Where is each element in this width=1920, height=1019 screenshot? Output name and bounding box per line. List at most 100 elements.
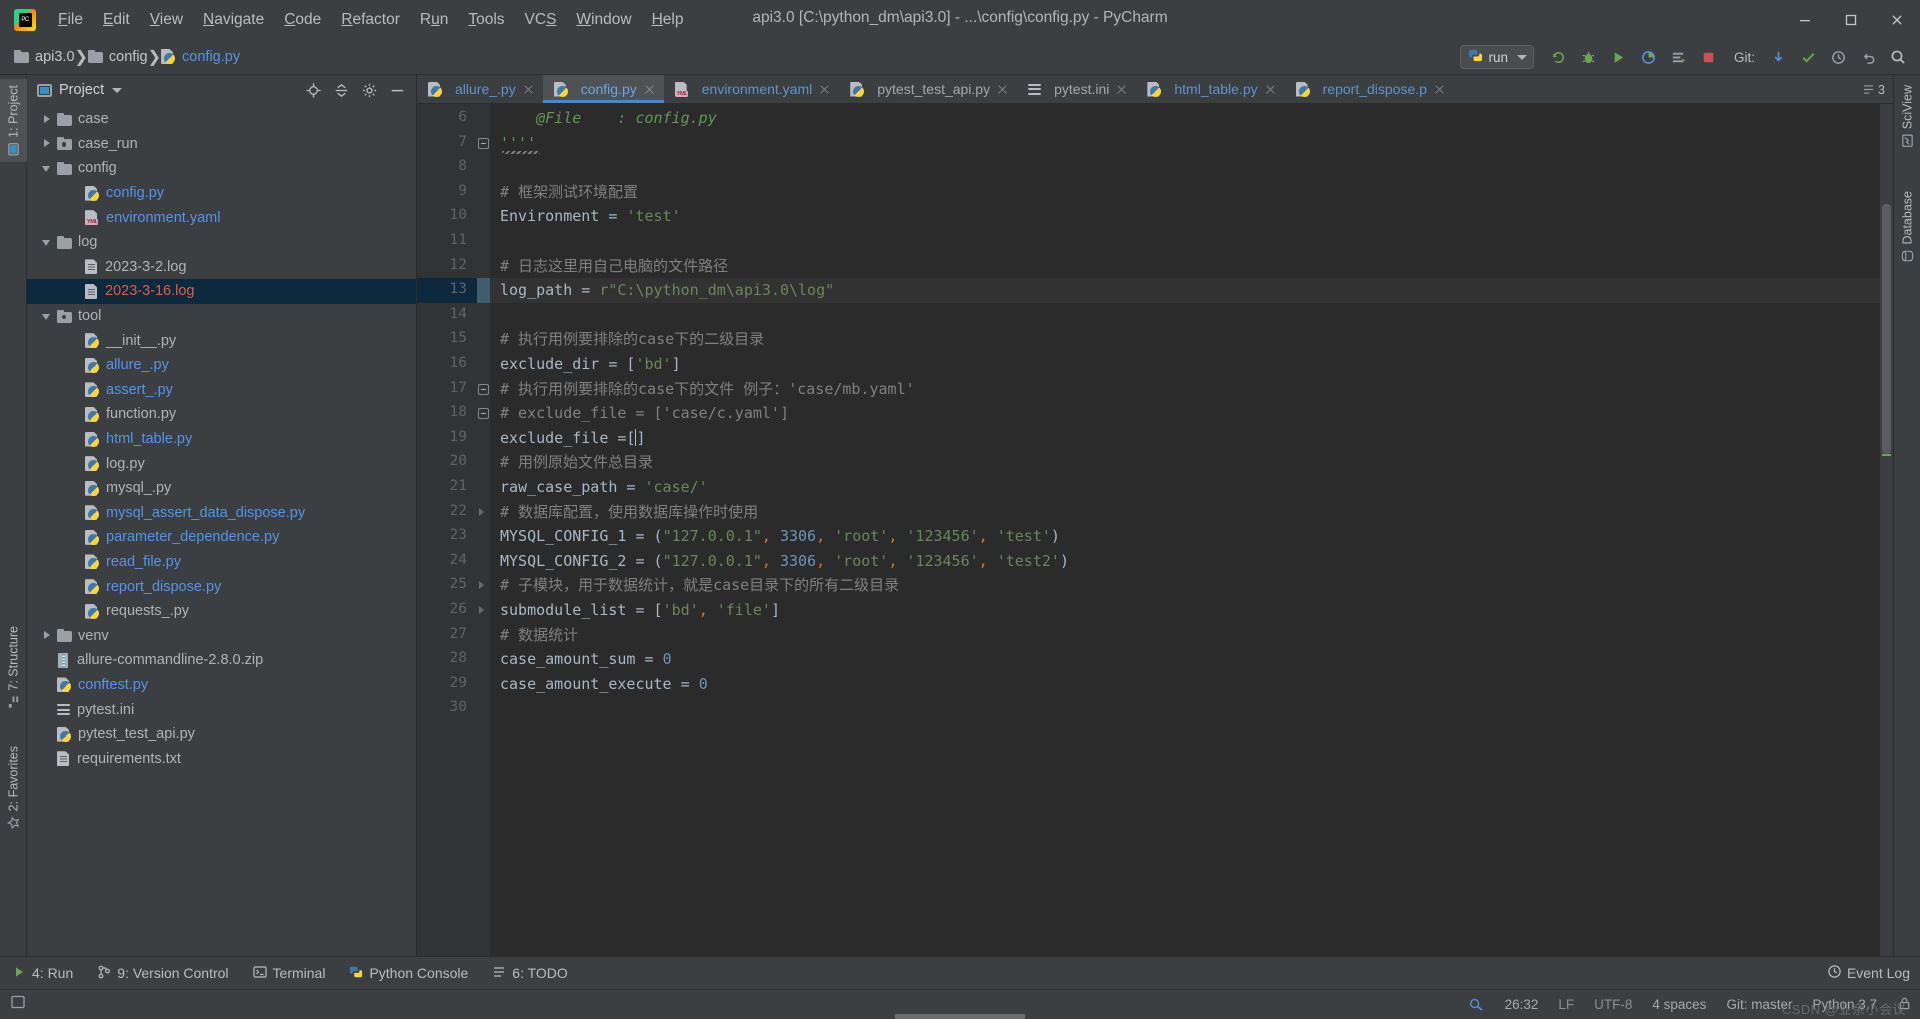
search-icon[interactable] (1884, 43, 1912, 71)
chevron-down-icon[interactable] (1516, 54, 1527, 60)
tree-item[interactable]: report_dispose.py (27, 574, 416, 599)
bottom-item-terminal[interactable]: Terminal (241, 957, 338, 989)
code-content[interactable]: @File : config.py '''' # 框架测试环境配置 Environme… (490, 104, 1893, 956)
tree-item[interactable]: __init__.py (27, 328, 416, 353)
run-icon[interactable] (1605, 43, 1633, 71)
tree-item[interactable]: allure-commandline-2.8.0.zip (27, 648, 416, 673)
close-icon[interactable] (522, 83, 535, 96)
inspection-icon[interactable] (1468, 995, 1485, 1015)
tree-item[interactable]: pytest.ini (27, 697, 416, 722)
close-button[interactable] (1874, 0, 1920, 39)
editor-scrollbar[interactable] (1880, 104, 1893, 956)
chevron-down-icon[interactable] (41, 236, 54, 249)
profile-icon[interactable] (1665, 43, 1693, 71)
rollback-icon[interactable] (1854, 43, 1882, 71)
event-log-button[interactable]: Event Log (1827, 964, 1910, 982)
tree-item[interactable]: log (27, 230, 416, 255)
chevron-down-icon[interactable] (112, 87, 123, 93)
fold-expand-icon[interactable] (479, 507, 484, 516)
bottom-item-run[interactable]: 4: Run (0, 957, 85, 989)
editor-tab-environment-yaml[interactable]: YML environment.yaml (664, 75, 840, 103)
menu-item-edit[interactable]: Edit (93, 0, 140, 39)
code-line[interactable]: # 执行用例要排除的case下的二级目录 (500, 327, 764, 352)
coverage-icon[interactable] (1635, 43, 1663, 71)
code-line[interactable]: # exclude_file = ['case/c.yaml'] (500, 401, 789, 426)
tree-item[interactable]: function.py (27, 402, 416, 427)
code-line[interactable]: @File : config.py (500, 106, 717, 131)
tree-item[interactable]: parameter_dependence.py (27, 525, 416, 550)
debug-icon[interactable] (1575, 43, 1603, 71)
sidebar-item-project[interactable]: 1: Project (0, 79, 27, 162)
close-icon[interactable] (818, 83, 831, 96)
menu-item-tools[interactable]: Tools (458, 0, 514, 39)
chevron-right-icon[interactable] (41, 629, 54, 642)
fold-expand-icon[interactable] (479, 581, 484, 590)
project-tree[interactable]: case case_run config config.py YML environmen… (27, 105, 416, 956)
breadcrumb-item-api3-0[interactable]: api3.0 (14, 49, 75, 65)
menu-item-file[interactable]: File (48, 0, 93, 39)
tree-item[interactable]: html_table.py (27, 427, 416, 452)
menu-item-vcs[interactable]: VCS (515, 0, 567, 39)
tree-item[interactable]: 2023-3-16.log (27, 279, 416, 304)
caret-position[interactable]: 26:32 (1505, 997, 1539, 1012)
locate-icon[interactable] (300, 77, 326, 103)
bottom-item-todo[interactable]: 6: TODO (480, 957, 580, 989)
code-line[interactable]: # 用例原始文件总目录 (500, 450, 653, 475)
tree-item[interactable]: conftest.py (27, 673, 416, 698)
close-icon[interactable] (1433, 83, 1446, 96)
stop-icon[interactable] (1695, 43, 1723, 71)
collapse-all-icon[interactable] (328, 77, 354, 103)
project-widget-icon[interactable] (10, 994, 26, 1015)
code-line[interactable]: MYSQL_CONFIG_1 = ("127.0.0.1", 3306, 'ro… (500, 524, 1060, 549)
bottom-item-python-console[interactable]: Python Console (337, 957, 480, 989)
tree-item[interactable]: assert_.py (27, 378, 416, 403)
history-icon[interactable] (1824, 43, 1852, 71)
tree-item[interactable]: read_file.py (27, 550, 416, 575)
code-line[interactable]: submodule_list = ['bd', 'file'] (500, 598, 780, 623)
editor-tab-pytest-ini[interactable]: pytest.ini (1017, 75, 1136, 103)
editor-tab-report-dispose-p[interactable]: report_dispose.p (1285, 75, 1454, 103)
breadcrumb-item-config[interactable]: config (87, 49, 148, 65)
code-line[interactable]: # 子模块，用于数据统计，就是case目录下的所有二级目录 (500, 573, 899, 598)
sidebar-item-favorites[interactable]: 2: Favorites (0, 740, 27, 835)
maximize-button[interactable] (1828, 0, 1874, 39)
close-icon[interactable] (1264, 83, 1277, 96)
rerun-icon[interactable] (1545, 43, 1573, 71)
bottom-item-version-control[interactable]: 9: Version Control (85, 957, 240, 989)
tree-item[interactable]: case_run (27, 132, 416, 157)
line-separator[interactable]: LF (1558, 997, 1574, 1012)
code-line[interactable]: raw_case_path = 'case/' (500, 475, 708, 500)
code-line[interactable]: # 数据库配置，使用数据库操作时使用 (500, 500, 758, 525)
code-line[interactable]: Environment = 'test' (500, 204, 681, 229)
menu-item-navigate[interactable]: Navigate (193, 0, 274, 39)
code-line[interactable]: exclude_dir = ['bd'] (500, 352, 681, 377)
fold-collapse-icon[interactable] (478, 408, 489, 420)
tree-item[interactable]: requirements.txt (27, 746, 416, 771)
menu-item-run[interactable]: Run (410, 0, 458, 39)
fold-collapse-icon[interactable] (478, 383, 489, 395)
run-configuration-selector[interactable]: run (1460, 45, 1534, 69)
close-icon[interactable] (1115, 83, 1128, 96)
tree-item[interactable]: mysql_assert_data_dispose.py (27, 501, 416, 526)
update-project-icon[interactable] (1764, 43, 1792, 71)
chevron-right-icon[interactable] (41, 113, 54, 126)
code-line[interactable]: MYSQL_CONFIG_2 = ("127.0.0.1", 3306, 'ro… (500, 549, 1069, 574)
menu-item-code[interactable]: Code (274, 0, 331, 39)
code-line[interactable]: # 数据统计 (500, 623, 578, 648)
close-icon[interactable] (643, 83, 656, 96)
scrollbar-thumb[interactable] (1882, 204, 1891, 454)
tree-item[interactable]: config.py (27, 181, 416, 206)
tree-item[interactable]: allure_.py (27, 353, 416, 378)
tree-item[interactable]: YML environment.yaml (27, 205, 416, 230)
fold-expand-icon[interactable] (479, 606, 484, 614)
chevron-right-icon[interactable] (41, 137, 54, 150)
sidebar-item-sciview[interactable]: SciView (1894, 79, 1920, 153)
fold-collapse-icon[interactable] (478, 137, 489, 149)
tree-item[interactable]: mysql_.py (27, 476, 416, 501)
tree-item[interactable]: 2023-3-2.log (27, 255, 416, 280)
editor-tab-pytest-test-api-py[interactable]: pytest_test_api.py (839, 75, 1017, 103)
menu-item-refactor[interactable]: Refactor (331, 0, 410, 39)
hide-icon[interactable] (384, 77, 410, 103)
minimize-button[interactable] (1782, 0, 1828, 39)
sidebar-item-database[interactable]: Database (1894, 185, 1920, 269)
